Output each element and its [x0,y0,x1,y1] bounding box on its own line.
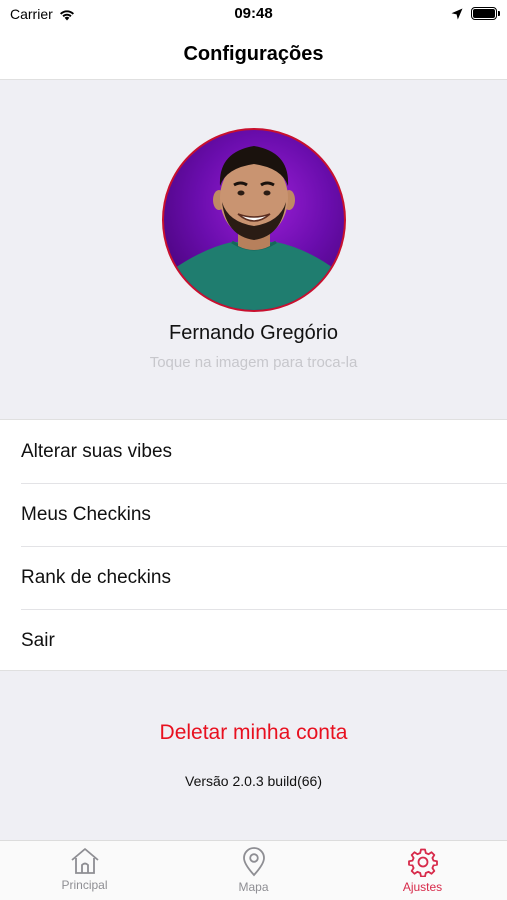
clock: 09:48 [234,5,273,22]
map-pin-icon [242,847,265,877]
settings-menu: Alterar suas vibes Meus Checkins Rank de… [0,419,507,671]
navigation-bar: Configurações [0,30,507,80]
tab-label: Ajustes [402,880,443,894]
version-label: Versão 2.0.3 build(66) [185,773,322,789]
tab-bar: Principal Mapa Ajustes [0,840,507,900]
page-title: Configurações [183,43,324,65]
delete-account-button[interactable]: Deletar minha conta [0,721,507,745]
menu-item-sair[interactable]: Sair [0,609,507,672]
battery-icon [471,7,500,20]
menu-item-rank-checkins[interactable]: Rank de checkins [0,546,507,609]
avatar[interactable] [162,128,346,312]
account-footer: Deletar minha conta Versão 2.0.3 build(6… [0,671,507,840]
menu-item-label: Meus Checkins [21,503,151,525]
profile-name: Fernando Gregório [169,322,338,344]
tab-label: Principal [61,878,108,892]
menu-item-alterar-vibes[interactable]: Alterar suas vibes [0,420,507,483]
profile-section: Fernando Gregório Toque na imagem para t… [0,80,507,419]
tab-label: Mapa [238,880,269,894]
change-photo-hint: Toque na imagem para troca-la [149,354,358,370]
menu-item-label: Rank de checkins [21,566,171,588]
menu-item-meus-checkins[interactable]: Meus Checkins [0,483,507,546]
location-arrow-icon [451,8,463,19]
menu-item-label: Sair [21,629,55,651]
menu-item-label: Alterar suas vibes [21,440,173,462]
status-bar: Carrier 09:48 [0,0,507,30]
gear-icon [407,848,438,877]
tab-ajustes[interactable]: Ajustes [338,841,507,900]
tab-principal[interactable]: Principal [0,841,169,900]
avatar-photo [164,146,344,310]
home-icon [70,848,99,874]
tab-mapa[interactable]: Mapa [169,841,338,900]
